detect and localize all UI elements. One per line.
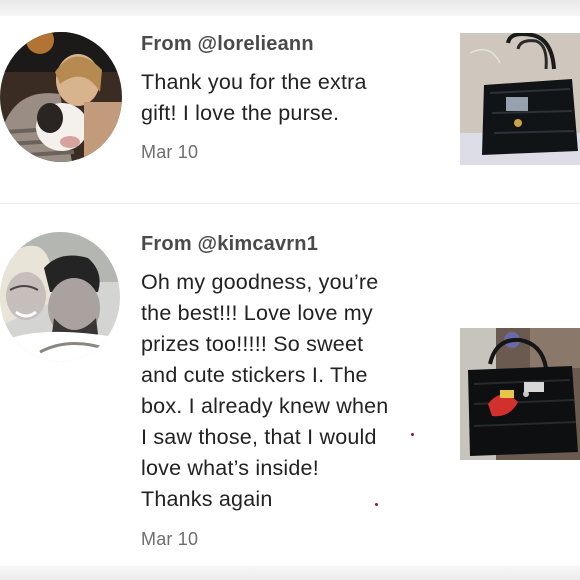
bottom-edge bbox=[0, 566, 580, 580]
message-line: Thank you for the extra bbox=[141, 70, 367, 94]
review-message: Oh my goodness, you’re the best!!! Love … bbox=[141, 267, 388, 515]
review-username[interactable]: From @kimcavrn1 bbox=[141, 233, 318, 256]
review-photo-thumbnail[interactable] bbox=[460, 33, 580, 165]
top-edge bbox=[0, 0, 580, 16]
message-line: prizes too!!!!! So sweet bbox=[141, 332, 364, 356]
message-line: box. I already knew when bbox=[141, 394, 389, 418]
message-line: Thanks again bbox=[141, 487, 273, 511]
avatar[interactable] bbox=[0, 232, 120, 362]
message-line: I saw those, that I would bbox=[141, 425, 377, 449]
review-date: Mar 10 bbox=[141, 529, 199, 549]
stray-dot bbox=[411, 433, 414, 436]
review-date: Mar 10 bbox=[141, 142, 199, 162]
stray-dot bbox=[375, 503, 378, 506]
review-divider bbox=[0, 203, 580, 204]
review-photo-thumbnail[interactable] bbox=[460, 328, 580, 460]
review-username[interactable]: From @lorelieann bbox=[141, 33, 314, 56]
message-line: love what’s inside! bbox=[141, 456, 319, 480]
message-line: Oh my goodness, you’re bbox=[141, 270, 379, 294]
avatar[interactable] bbox=[0, 32, 122, 162]
message-line: and cute stickers I. The bbox=[141, 363, 368, 387]
message-line: the best!!! Love love my bbox=[141, 301, 373, 325]
message-line: gift! I love the purse. bbox=[141, 101, 340, 125]
review-message: Thank you for the extra gift! I love the… bbox=[141, 67, 367, 129]
